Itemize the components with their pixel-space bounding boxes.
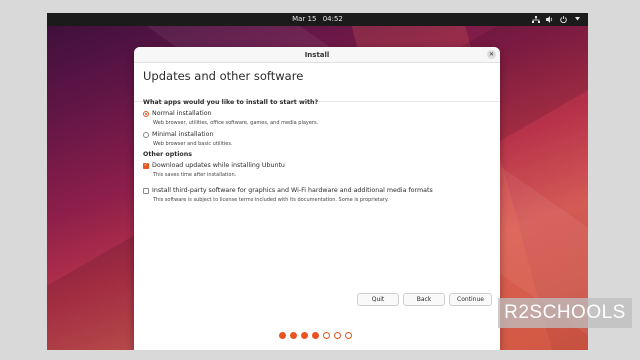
watermark: R2SCHOOLS [498, 298, 632, 328]
normal-installation-description: Web browser, utilities, office software,… [153, 120, 319, 126]
normal-installation-label[interactable]: Normal installation [152, 110, 212, 117]
apps-question: What apps would you like to install to s… [143, 99, 319, 106]
menu-caret-icon[interactable] [573, 14, 582, 24]
minimal-installation-description: Web browser and basic utilities. [153, 141, 233, 147]
third-party-description: This software is subject to license term… [153, 197, 389, 203]
normal-installation-option[interactable]: Normal installation [143, 109, 491, 118]
continue-button[interactable]: Continue [449, 293, 492, 306]
third-party-label[interactable]: Install third-party software for graphic… [152, 187, 433, 194]
download-updates-description: This saves time after installation. [153, 172, 237, 178]
progress-dot [323, 332, 330, 339]
page-title: Updates and other software [143, 69, 304, 83]
top-bar: Mar 15 04:52 [47, 13, 588, 26]
button-row: Quit Back Continue [357, 293, 492, 306]
volume-icon[interactable] [545, 14, 554, 24]
minimal-installation-radio[interactable] [143, 131, 149, 138]
progress-indicator [279, 332, 352, 339]
quit-button[interactable]: Quit [357, 293, 399, 306]
installer-content: What apps would you like to install to s… [143, 99, 491, 207]
clock-time: 04:52 [322, 15, 343, 23]
download-updates-option[interactable]: ✓ Download updates while installing Ubun… [143, 161, 491, 170]
progress-dot [345, 332, 352, 339]
minimal-installation-option[interactable]: Minimal installation [143, 130, 491, 139]
window-title: Install [304, 51, 330, 59]
progress-dot [334, 332, 341, 339]
clock-date: Mar 15 [292, 15, 317, 23]
back-button[interactable]: Back [403, 293, 445, 306]
progress-dot [290, 332, 297, 339]
network-icon[interactable] [531, 14, 540, 24]
progress-dot [312, 332, 319, 339]
download-updates-checkbox[interactable]: ✓ [143, 162, 149, 169]
third-party-option[interactable]: Install third-party software for graphic… [143, 186, 491, 195]
power-icon[interactable] [559, 14, 568, 24]
normal-installation-radio[interactable] [143, 110, 149, 117]
other-options-title: Other options [143, 151, 192, 158]
installer-window: Install ✕ Updates and other software Wha… [134, 47, 500, 350]
page-header: Updates and other software [134, 63, 500, 102]
progress-dot [279, 332, 286, 339]
system-tray[interactable] [531, 14, 582, 24]
clock[interactable]: Mar 15 04:52 [47, 15, 588, 23]
download-updates-label[interactable]: Download updates while installing Ubuntu [152, 162, 285, 169]
window-titlebar[interactable]: Install ✕ [134, 47, 500, 63]
progress-dot [301, 332, 308, 339]
third-party-checkbox[interactable] [143, 187, 149, 194]
close-icon[interactable]: ✕ [487, 50, 496, 59]
minimal-installation-label[interactable]: Minimal installation [152, 131, 213, 138]
